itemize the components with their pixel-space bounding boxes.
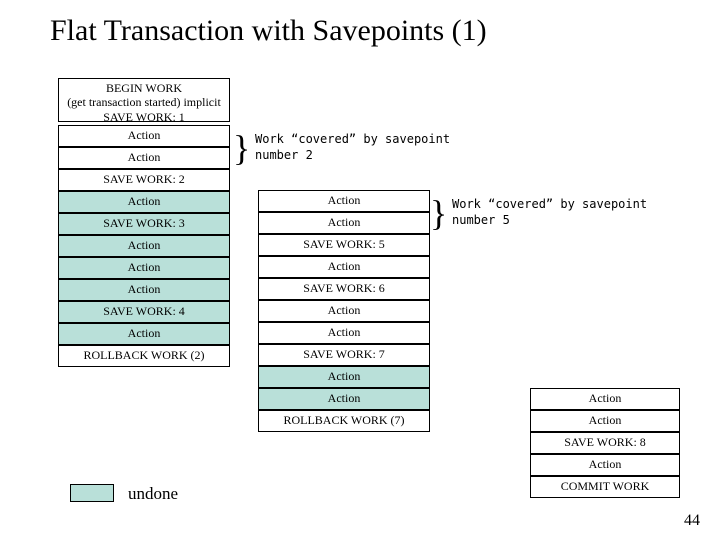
- col1-row-label: SAVE WORK: 3: [103, 217, 185, 230]
- col2-row: SAVE WORK: 6: [258, 278, 430, 300]
- col2-row-label: Action: [328, 392, 361, 405]
- col2-row-label: Action: [328, 216, 361, 229]
- annotation-savepoint-2: Work “covered” by savepoint number 2: [255, 132, 450, 163]
- col3-row: Action: [530, 388, 680, 410]
- col2-row: ROLLBACK WORK (7): [258, 410, 430, 432]
- col1-row: Action: [58, 147, 230, 169]
- col1-row-label: Action: [128, 261, 161, 274]
- col2-row-label: SAVE WORK: 5: [303, 238, 385, 251]
- col2-row: Action: [258, 300, 430, 322]
- col2-row-label: SAVE WORK: 7: [303, 348, 385, 361]
- diagram-stage: BEGIN WORK (get transaction started) imp…: [0, 0, 720, 540]
- col3-row-label: Action: [589, 414, 622, 427]
- col2-row-label: Action: [328, 304, 361, 317]
- col1-row-label: Action: [128, 283, 161, 296]
- col1-row: SAVE WORK: 4: [58, 301, 230, 323]
- col1-row: SAVE WORK: 3: [58, 213, 230, 235]
- col3-row-label: SAVE WORK: 8: [564, 436, 646, 449]
- begin-work-text: BEGIN WORK (get transaction started) imp…: [59, 81, 229, 124]
- col3-row-label: Action: [589, 392, 622, 405]
- col1-row: ROLLBACK WORK (2): [58, 345, 230, 367]
- col1-row-label: Action: [128, 151, 161, 164]
- col2-row: Action: [258, 190, 430, 212]
- col1-row: Action: [58, 235, 230, 257]
- col2-row: Action: [258, 212, 430, 234]
- legend-label: undone: [128, 484, 178, 504]
- col2-row: Action: [258, 388, 430, 410]
- brace-icon: }: [233, 130, 250, 166]
- col2-row-label: ROLLBACK WORK (7): [283, 414, 404, 427]
- col1-row: Action: [58, 125, 230, 147]
- col2-row: Action: [258, 366, 430, 388]
- col2-row: Action: [258, 322, 430, 344]
- col3-row-label: Action: [589, 458, 622, 471]
- col1-row: Action: [58, 257, 230, 279]
- col3-row: COMMIT WORK: [530, 476, 680, 498]
- col1-row-label: Action: [128, 129, 161, 142]
- col1-row-label: ROLLBACK WORK (2): [83, 349, 204, 362]
- col2-row-label: Action: [328, 260, 361, 273]
- page-number: 44: [684, 512, 700, 530]
- col2-row-label: SAVE WORK: 6: [303, 282, 385, 295]
- col1-row: Action: [58, 323, 230, 345]
- col1-row-label: SAVE WORK: 2: [103, 173, 185, 186]
- col1-row-label: SAVE WORK: 4: [103, 305, 185, 318]
- col2-row-label: Action: [328, 326, 361, 339]
- col3-row: Action: [530, 410, 680, 432]
- col2-row-label: Action: [328, 194, 361, 207]
- col1-row: Action: [58, 279, 230, 301]
- col1-row: Action: [58, 191, 230, 213]
- col2-row: SAVE WORK: 7: [258, 344, 430, 366]
- col1-row-label: Action: [128, 195, 161, 208]
- annotation-savepoint-5: Work “covered” by savepoint number 5: [452, 197, 647, 228]
- col1-row-label: Action: [128, 239, 161, 252]
- begin-work-block: BEGIN WORK (get transaction started) imp…: [58, 78, 230, 122]
- col1-row-label: Action: [128, 327, 161, 340]
- col2-row-label: Action: [328, 370, 361, 383]
- col3-row: Action: [530, 454, 680, 476]
- col2-row: SAVE WORK: 5: [258, 234, 430, 256]
- col3-row-label: COMMIT WORK: [561, 480, 650, 493]
- col3-row: SAVE WORK: 8: [530, 432, 680, 454]
- brace-icon: }: [430, 195, 447, 231]
- legend-swatch-undone: [70, 484, 114, 502]
- col2-row: Action: [258, 256, 430, 278]
- col1-row: SAVE WORK: 2: [58, 169, 230, 191]
